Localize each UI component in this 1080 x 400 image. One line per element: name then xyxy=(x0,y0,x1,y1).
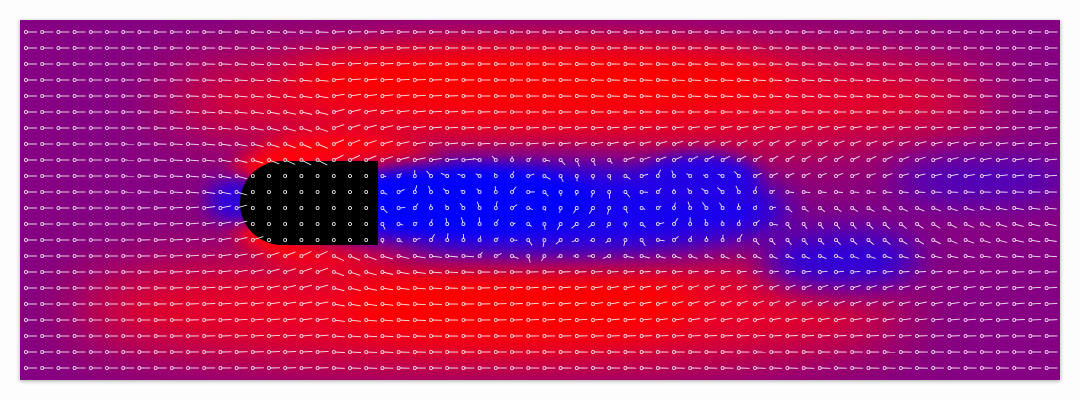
vector-shaft xyxy=(351,62,362,65)
vector-shaft xyxy=(740,270,747,273)
vector-shaft xyxy=(446,233,449,239)
vector-shaft xyxy=(1048,142,1058,145)
vector-shaft xyxy=(513,222,516,225)
vector-shaft xyxy=(400,319,410,322)
vector-shaft xyxy=(319,350,329,353)
vector-shaft xyxy=(416,303,426,306)
vector-shaft xyxy=(837,270,844,273)
vector-shaft xyxy=(367,62,378,65)
vector-shaft xyxy=(544,209,547,211)
vector-shaft xyxy=(983,126,993,129)
vector-shaft xyxy=(578,126,588,129)
vector-shaft xyxy=(221,302,232,305)
vector-shaft xyxy=(238,79,248,82)
vector-shaft xyxy=(788,95,798,98)
flow-visualization-panel xyxy=(20,20,1060,380)
vector-shaft xyxy=(967,126,977,129)
vector-shaft xyxy=(205,111,216,114)
vector-shaft xyxy=(270,63,281,66)
vector-shaft xyxy=(383,335,394,338)
vector-shaft xyxy=(270,334,281,337)
vector-shaft xyxy=(189,143,200,146)
vector-shaft xyxy=(756,270,763,273)
shed-vortex-lower xyxy=(760,230,920,290)
vector-shaft xyxy=(788,270,796,273)
vector-shaft xyxy=(448,271,459,274)
vector-shaft xyxy=(513,286,523,289)
vector-shaft xyxy=(702,174,706,176)
vector-shaft xyxy=(821,270,828,273)
vector-shaft xyxy=(400,78,410,81)
vector-shaft xyxy=(772,206,777,209)
vector-shaft xyxy=(675,270,683,273)
vector-shaft xyxy=(221,95,232,98)
vector-shaft xyxy=(886,270,894,273)
vector-shaft xyxy=(691,270,699,273)
vector-shaft xyxy=(1048,286,1058,289)
vector-shaft xyxy=(738,219,741,223)
vector-shaft xyxy=(481,142,491,145)
vector-shaft xyxy=(497,142,507,145)
vector-shaft xyxy=(448,126,459,129)
vector-shaft xyxy=(400,206,406,209)
vector-shaft xyxy=(302,63,313,66)
vector-shaft xyxy=(659,239,665,242)
vector-shaft xyxy=(1031,286,1041,289)
vector-shaft xyxy=(578,318,588,321)
vector-shaft xyxy=(189,254,200,257)
vector-shaft xyxy=(432,110,442,113)
vector-shaft xyxy=(529,302,539,305)
vector-shaft xyxy=(529,286,539,289)
vector-shaft xyxy=(189,270,200,273)
vector-shaft xyxy=(254,334,264,337)
vector-shaft xyxy=(544,225,546,230)
vector-shaft xyxy=(416,94,426,97)
vector-shaft xyxy=(594,126,604,129)
vector-shaft xyxy=(575,193,577,196)
vector-shaft xyxy=(983,318,993,321)
vector-shaft xyxy=(1048,174,1058,177)
vector-shaft xyxy=(205,286,216,289)
vector-shaft xyxy=(805,270,812,273)
vector-shaft xyxy=(254,79,264,82)
vector-shaft xyxy=(173,206,183,209)
lower-high-speed-core xyxy=(340,267,700,343)
vector-shaft xyxy=(999,318,1009,321)
vector-shaft xyxy=(772,95,782,98)
vector-shaft xyxy=(286,63,297,66)
flow-field-canvas xyxy=(20,20,1060,380)
vector-shaft xyxy=(1031,302,1042,305)
vector-shaft xyxy=(1048,302,1058,305)
vector-shaft xyxy=(772,270,779,273)
vector-shaft xyxy=(432,287,442,290)
vector-shaft xyxy=(1048,255,1057,258)
vector-shaft xyxy=(562,318,572,321)
vector-shaft xyxy=(707,270,715,273)
vector-shaft xyxy=(869,270,877,273)
vector-shaft xyxy=(494,185,497,191)
vector-shaft xyxy=(724,270,731,273)
vector-shaft xyxy=(173,191,183,194)
vector-shaft xyxy=(721,220,723,223)
obstacle-body xyxy=(240,161,378,245)
vector-shaft xyxy=(367,335,378,338)
vector-shaft xyxy=(853,270,861,273)
vector-shaft xyxy=(589,240,592,242)
vector-shaft xyxy=(238,318,248,321)
